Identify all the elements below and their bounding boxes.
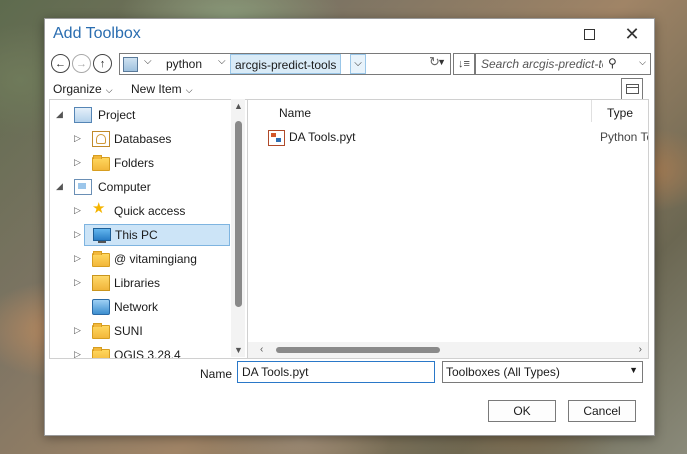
back-button[interactable]: ← <box>51 54 70 73</box>
scrollbar-thumb[interactable] <box>276 347 440 353</box>
scroll-up-icon[interactable]: ▲ <box>234 101 243 111</box>
forward-button[interactable]: → <box>72 54 91 73</box>
view-details-icon <box>626 84 639 94</box>
ok-button[interactable]: OK <box>488 400 556 422</box>
search-placeholder: Search arcgis-predict-tc <box>481 57 603 71</box>
tree-item-suni[interactable]: ▷ SUNI <box>50 320 230 342</box>
search-icon[interactable]: ⚲ <box>608 56 617 70</box>
name-field[interactable]: DA Tools.pyt <box>237 361 435 383</box>
address-bar[interactable]: ⌵ python ⌵ arcgis-predict-tools ⌵ ▼ <box>119 53 451 75</box>
arrow-up-icon: ↑ <box>99 57 106 70</box>
collapse-arrow-icon[interactable]: ▷ <box>74 157 81 168</box>
network-icon <box>92 299 110 315</box>
view-toggle-button[interactable] <box>621 78 643 100</box>
tree-item-computer[interactable]: ◢ Computer <box>50 176 230 198</box>
maximize-button[interactable] <box>567 19 611 49</box>
location-icon <box>123 57 138 72</box>
scroll-left-icon[interactable]: ‹ <box>260 344 263 355</box>
collapse-arrow-icon[interactable]: ▷ <box>74 253 81 264</box>
expand-arrow-icon[interactable]: ◢ <box>56 109 63 120</box>
collapse-arrow-icon[interactable]: ▷ <box>74 325 81 336</box>
expand-arrow-icon[interactable]: ◢ <box>56 181 63 192</box>
breadcrumb-arcgis-predict-tools[interactable]: arcgis-predict-tools <box>230 54 342 74</box>
project-icon <box>74 107 92 123</box>
folder-icon <box>92 323 110 339</box>
chevron-down-icon: ⌵ <box>105 85 113 95</box>
chevron-down-icon[interactable]: ⌵ <box>144 56 152 67</box>
collapse-arrow-icon[interactable]: ▷ <box>74 205 81 216</box>
file-name: DA Tools.pyt <box>289 130 356 144</box>
new-item-menu[interactable]: New Item ⌵ <box>131 82 193 96</box>
collapse-arrow-icon[interactable]: ▷ <box>74 277 81 288</box>
tree-item-network[interactable]: Network <box>50 296 230 318</box>
tree-vertical-scrollbar[interactable]: ▲ ▼ <box>231 99 245 357</box>
computer-icon <box>74 179 92 195</box>
file-type-select[interactable]: Toolboxes (All Types) ▼ <box>442 361 643 383</box>
column-header-type[interactable]: Type <box>607 106 633 120</box>
scroll-right-icon[interactable]: › <box>639 344 642 355</box>
file-type: Python Toolbox <box>600 130 648 144</box>
tree-item-project[interactable]: ◢ Project <box>50 104 230 126</box>
refresh-icon[interactable]: ↻ <box>429 54 440 70</box>
tree-item-quick-access[interactable]: ▷ ★ Quick access <box>50 200 230 222</box>
database-folder-icon <box>92 131 110 147</box>
tree-item-this-pc[interactable]: This PC <box>84 224 230 246</box>
tree-item-folders[interactable]: ▷ Folders <box>50 152 230 174</box>
python-toolbox-icon <box>268 130 285 146</box>
breadcrumb-dropdown[interactable]: ⌵ <box>350 54 366 74</box>
list-horizontal-scrollbar[interactable]: ‹ › <box>248 342 648 358</box>
tree-item-databases[interactable]: ▷ Databases <box>50 128 230 150</box>
tree-item-libraries[interactable]: ▷ Libraries <box>50 272 230 294</box>
library-icon <box>92 275 110 291</box>
name-label: Name <box>200 367 233 381</box>
file-type-select-value: Toolboxes (All Types) <box>446 365 560 379</box>
tree-item-qgis[interactable]: ▷ QGIS 3.28.4 <box>50 344 230 358</box>
up-button[interactable]: ↑ <box>93 54 112 73</box>
arrow-left-icon: ← <box>55 57 66 70</box>
arrow-right-icon: → <box>76 57 87 70</box>
tree-item-vitamingiang[interactable]: ▷ @ vitamingiang <box>50 248 230 270</box>
chevron-down-icon: ⌵ <box>185 85 193 95</box>
navigation-tree: ◢ Project ▷ Databases ▷ Folders ◢ Comput… <box>49 99 248 359</box>
sort-icon: ↓≡ <box>458 58 470 70</box>
column-divider[interactable] <box>591 100 592 122</box>
folder-icon <box>92 251 110 267</box>
breadcrumb-python[interactable]: python <box>166 57 202 71</box>
folder-icon <box>92 155 110 171</box>
add-toolbox-dialog: Add Toolbox ✕ ← → ↑ ⌵ python ⌵ arcgis-pr… <box>44 18 655 436</box>
pc-monitor-icon <box>93 228 111 243</box>
column-header-name[interactable]: Name <box>279 106 311 120</box>
cancel-button[interactable]: Cancel <box>568 400 636 422</box>
collapse-arrow-icon[interactable]: ▷ <box>74 133 81 144</box>
file-list: Name Type DA Tools.pyt Python Toolbox ‹ … <box>247 99 649 359</box>
chevron-down-icon[interactable]: ⌵ <box>218 56 226 67</box>
organize-menu[interactable]: Organize ⌵ <box>53 82 113 96</box>
chevron-down-icon[interactable]: ▼ <box>629 365 638 375</box>
scroll-down-icon[interactable]: ▼ <box>234 345 243 355</box>
close-button[interactable]: ✕ <box>610 19 654 49</box>
maximize-icon <box>583 28 595 40</box>
star-icon: ★ <box>92 200 106 217</box>
close-icon: ✕ <box>624 23 640 44</box>
collapse-arrow-icon[interactable]: ▷ <box>74 229 81 240</box>
file-row[interactable]: DA Tools.pyt Python Toolbox <box>268 128 648 146</box>
collapse-arrow-icon[interactable]: ▷ <box>74 349 81 358</box>
dialog-title: Add Toolbox <box>53 25 141 42</box>
scrollbar-thumb[interactable] <box>235 121 242 307</box>
navigation-bar: ← → ↑ ⌵ python ⌵ arcgis-predict-tools ⌵ … <box>51 53 651 75</box>
folder-icon <box>92 347 110 358</box>
sort-button[interactable]: ↓≡ <box>453 53 475 75</box>
chevron-down-icon[interactable]: ⌵ <box>639 57 646 68</box>
search-input[interactable]: Search arcgis-predict-tc ⚲ ⌵ <box>475 53 651 75</box>
